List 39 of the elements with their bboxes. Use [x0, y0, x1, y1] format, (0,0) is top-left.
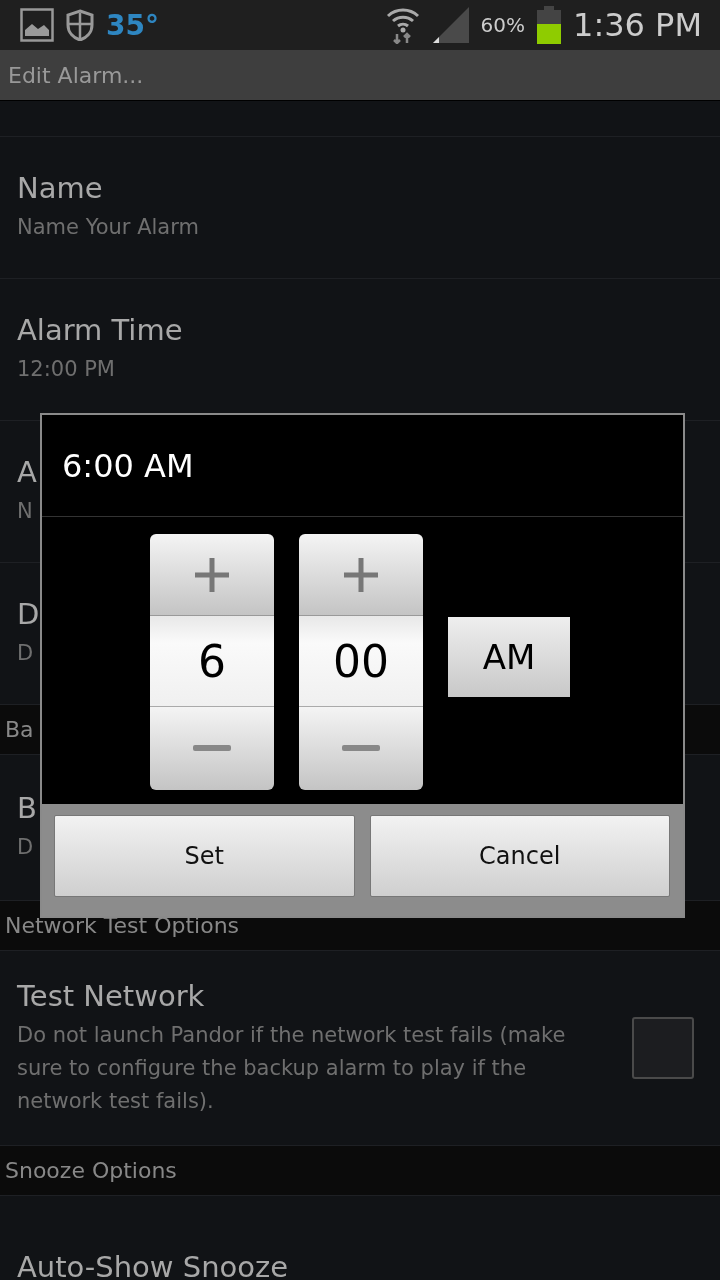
am-pm-toggle[interactable]: AM: [448, 617, 570, 697]
setting-title: A: [17, 455, 37, 489]
dialog-title: 6:00 AM: [62, 446, 194, 485]
time-value: 6: [150, 615, 274, 707]
setting-title: Test Network: [17, 978, 205, 1013]
increment-button[interactable]: [299, 534, 423, 616]
clock: 1:36 PM: [573, 6, 702, 44]
screen-title: Edit Alarm...: [8, 62, 144, 88]
plus-icon: [342, 555, 380, 594]
setting-title: B: [17, 791, 37, 825]
signal-icon: [432, 7, 469, 43]
minus-icon: [193, 744, 231, 753]
decrement-button[interactable]: [150, 706, 274, 790]
section-header: Ba: [5, 717, 34, 742]
image-icon: [20, 8, 54, 42]
setting-description: Name Your Alarm: [17, 214, 199, 241]
temperature: 35°: [106, 8, 159, 42]
time-value: 00: [299, 615, 423, 707]
increment-button[interactable]: [150, 534, 274, 616]
setting-description: 12:00 PM: [17, 356, 115, 383]
set-button[interactable]: Set: [54, 815, 355, 897]
checkbox[interactable]: [632, 1017, 694, 1079]
section-header: Snooze Options: [5, 1158, 177, 1183]
setting-description: D: [17, 640, 34, 667]
battery-icon: [537, 6, 562, 44]
setting-description: D: [17, 834, 34, 861]
setting-title: D: [17, 597, 40, 631]
setting-title: Alarm Time: [17, 313, 183, 347]
setting-description: N: [17, 498, 33, 525]
wifi-icon: [384, 6, 421, 44]
setting-description: Do not launch Pandor if the network test fails (make sure to configure the backup alarm to play if the network test fails).: [17, 1021, 567, 1115]
shield-icon: [66, 9, 94, 41]
plus-icon: [193, 555, 231, 594]
minus-icon: [342, 744, 380, 753]
battery-percent: 60%: [480, 13, 526, 37]
decrement-button[interactable]: [299, 706, 423, 790]
setting-title: Name: [17, 171, 103, 205]
setting-title: Auto-Show Snooze: [17, 1249, 289, 1280]
cancel-button[interactable]: Cancel: [369, 815, 670, 897]
